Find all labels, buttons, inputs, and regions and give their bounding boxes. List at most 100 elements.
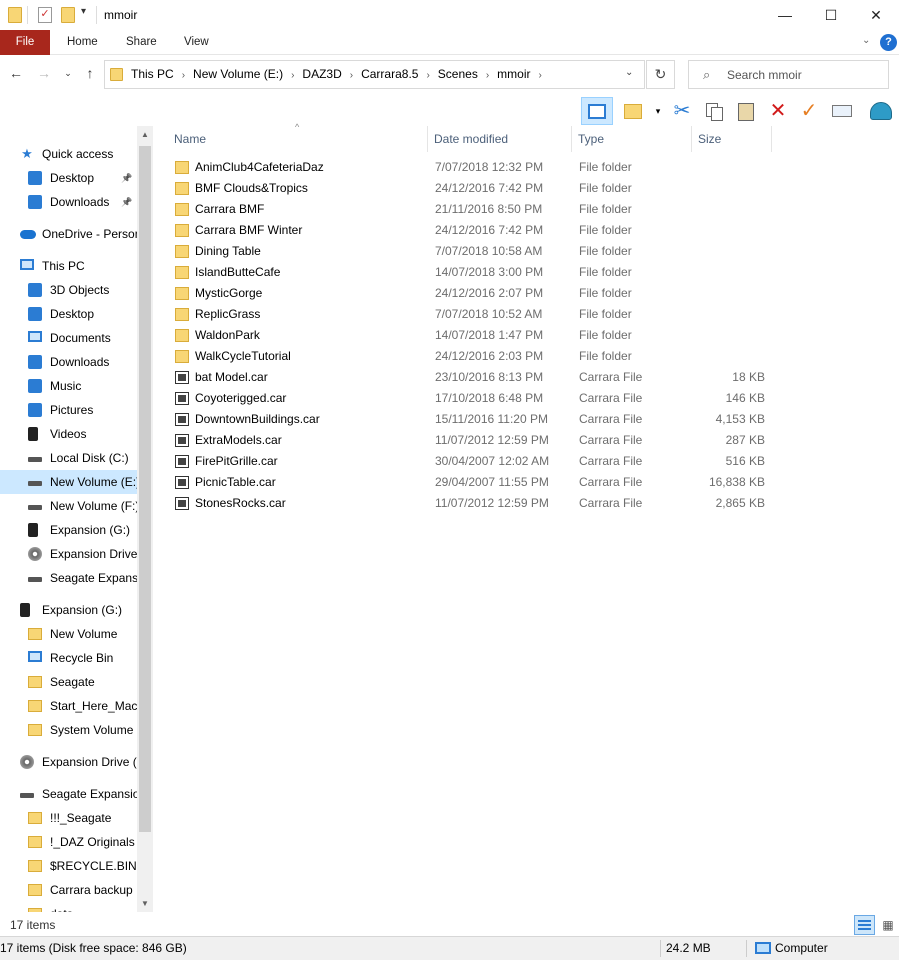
chevron-right-icon[interactable]: › bbox=[182, 62, 185, 89]
nav-item[interactable]: This PC bbox=[0, 254, 137, 278]
column-size[interactable]: Size bbox=[692, 126, 772, 152]
tab-share[interactable]: Share bbox=[126, 30, 157, 55]
chevron-right-icon[interactable]: › bbox=[486, 62, 489, 89]
pin-icon[interactable]: 📌 bbox=[121, 166, 132, 190]
customize-quick-access-icon[interactable]: ▾ bbox=[81, 6, 86, 17]
table-row[interactable]: ExtraModels.car 11/07/2012 12:59 PM Carrar… bbox=[168, 430, 768, 451]
nav-item[interactable]: data bbox=[0, 902, 137, 912]
chevron-right-icon[interactable]: › bbox=[539, 62, 542, 89]
nav-scrollbar[interactable]: ▲ ▼ bbox=[137, 126, 153, 912]
nav-item[interactable]: Expansion Drive bbox=[0, 542, 137, 566]
nav-item[interactable]: Seagate bbox=[0, 670, 137, 694]
new-folder-icon[interactable] bbox=[61, 7, 75, 23]
table-row[interactable]: BMF Clouds&Tropics 24/12/2016 7:42 PM File… bbox=[168, 178, 768, 199]
up-button[interactable]: ↑ bbox=[80, 65, 100, 83]
nav-item[interactable]: OneDrive - Person bbox=[0, 222, 137, 246]
table-row[interactable]: Carrara BMF 21/11/2016 8:50 PM File folder bbox=[168, 199, 768, 220]
chevron-right-icon[interactable]: › bbox=[291, 62, 294, 89]
tab-home[interactable]: Home bbox=[67, 30, 98, 55]
nav-item[interactable]: New Volume (F:) bbox=[0, 494, 137, 518]
table-row[interactable]: DowntownBuildings.car 15/11/2016 11:20 PM… bbox=[168, 409, 768, 430]
nav-item[interactable]: ★ Quick access bbox=[0, 142, 137, 166]
nav-item[interactable]: New Volume bbox=[0, 622, 137, 646]
column-date-modified[interactable]: Date modified bbox=[428, 126, 572, 152]
breadcrumb-item[interactable]: Carrara8.5 bbox=[361, 61, 418, 88]
nav-item[interactable]: Desktop 📌 bbox=[0, 166, 137, 190]
properties-icon[interactable]: ✓ bbox=[38, 7, 52, 23]
nav-item[interactable]: Downloads 📌 bbox=[0, 190, 137, 214]
breadcrumb-item[interactable]: DAZ3D bbox=[302, 61, 341, 88]
minimize-button[interactable]: — bbox=[762, 0, 808, 30]
nav-item[interactable]: Desktop bbox=[0, 302, 137, 326]
nav-item[interactable]: Videos bbox=[0, 422, 137, 446]
table-row[interactable]: Coyoterigged.car 17/10/2018 6:48 PM Carrar… bbox=[168, 388, 768, 409]
paste-icon[interactable] bbox=[734, 97, 758, 125]
table-row[interactable]: WaldonPark 14/07/2018 1:47 PM File folder bbox=[168, 325, 768, 346]
chevron-down-icon[interactable]: ▾ bbox=[652, 97, 664, 125]
nav-item[interactable]: Expansion (G:) bbox=[0, 598, 137, 622]
table-row[interactable]: bat Model.car 23/10/2016 8:13 PM Carrara F… bbox=[168, 367, 768, 388]
pin-icon[interactable]: 📌 bbox=[121, 190, 132, 214]
maximize-button[interactable]: ☐ bbox=[808, 0, 854, 30]
copy-icon[interactable] bbox=[702, 97, 726, 125]
checkmark-icon[interactable]: ✓ bbox=[797, 97, 821, 125]
tab-view[interactable]: View bbox=[184, 30, 209, 55]
scroll-down-icon[interactable]: ▼ bbox=[140, 899, 150, 908]
breadcrumb-item[interactable]: This PC bbox=[131, 61, 174, 88]
shell-icon[interactable] bbox=[866, 97, 896, 125]
scroll-up-icon[interactable]: ▲ bbox=[140, 130, 150, 139]
close-button[interactable]: ✕ bbox=[853, 0, 899, 30]
search-input[interactable] bbox=[727, 62, 882, 87]
details-view-button[interactable] bbox=[854, 915, 875, 935]
refresh-button[interactable]: ↻ bbox=[646, 60, 675, 89]
column-type[interactable]: Type bbox=[572, 126, 692, 152]
nav-item[interactable]: Music bbox=[0, 374, 137, 398]
table-row[interactable]: Carrara BMF Winter 24/12/2016 7:42 PM File… bbox=[168, 220, 768, 241]
nav-item[interactable]: Downloads bbox=[0, 350, 137, 374]
chevron-down-icon[interactable]: ⌄ bbox=[625, 67, 633, 78]
back-button[interactable]: ← bbox=[6, 65, 26, 83]
delete-icon[interactable]: ✕ bbox=[766, 97, 790, 125]
help-button[interactable]: ? bbox=[880, 34, 897, 51]
nav-item[interactable]: Expansion (G:) bbox=[0, 518, 137, 542]
search-box[interactable]: ⌕ bbox=[688, 60, 889, 89]
table-row[interactable]: Dining Table 7/07/2018 10:58 AM File folde… bbox=[168, 241, 768, 262]
nav-item[interactable]: Seagate Expansion bbox=[0, 782, 137, 806]
nav-item[interactable]: !!!_Seagate bbox=[0, 806, 137, 830]
forward-button[interactable]: → bbox=[34, 65, 54, 83]
nav-item[interactable]: System Volume I bbox=[0, 718, 137, 742]
table-row[interactable]: IslandButteCafe 14/07/2018 3:00 PM File fo… bbox=[168, 262, 768, 283]
breadcrumb-item[interactable]: mmoir bbox=[497, 61, 530, 88]
nav-item[interactable]: Expansion Drive (I bbox=[0, 750, 137, 774]
nav-item[interactable]: Seagate Expansio bbox=[0, 566, 137, 590]
nav-item[interactable]: Carrara backup bbox=[0, 878, 137, 902]
nav-item[interactable]: Local Disk (C:) bbox=[0, 446, 137, 470]
recent-locations-button[interactable]: ⌄ bbox=[60, 68, 76, 86]
tab-file[interactable]: File bbox=[0, 30, 50, 55]
nav-item[interactable]: Start_Here_Mac. bbox=[0, 694, 137, 718]
nav-item[interactable]: New Volume (E:) bbox=[0, 470, 137, 494]
expand-ribbon-icon[interactable]: ⌄ bbox=[862, 35, 876, 49]
scrollbar-thumb[interactable] bbox=[139, 146, 151, 832]
chevron-right-icon[interactable]: › bbox=[426, 62, 429, 89]
cut-icon[interactable]: ✂ bbox=[670, 97, 694, 125]
folder-icon[interactable] bbox=[8, 7, 22, 23]
table-row[interactable]: ReplicGrass 7/07/2018 10:52 AM File folder bbox=[168, 304, 768, 325]
large-icons-view-button[interactable]: ▦ bbox=[878, 915, 898, 935]
rename-icon[interactable] bbox=[829, 97, 855, 125]
breadcrumb-item[interactable]: New Volume (E:) bbox=[193, 61, 283, 88]
address-bar[interactable]: This PC › New Volume (E:) › DAZ3D › Carrara8.5… bbox=[104, 60, 645, 89]
nav-item[interactable]: Recycle Bin bbox=[0, 646, 137, 670]
table-row[interactable]: StonesRocks.car 11/07/2012 12:59 PM Carrar… bbox=[168, 493, 768, 514]
nav-item[interactable]: Pictures bbox=[0, 398, 137, 422]
nav-item[interactable]: 3D Objects bbox=[0, 278, 137, 302]
preview-pane-button[interactable] bbox=[581, 97, 613, 125]
nav-item[interactable]: !_DAZ Originals bbox=[0, 830, 137, 854]
new-folder-button[interactable] bbox=[622, 97, 644, 125]
table-row[interactable]: AnimClub4CafeteriaDaz 7/07/2018 12:32 PM F… bbox=[168, 157, 768, 178]
chevron-right-icon[interactable]: › bbox=[350, 62, 353, 89]
table-row[interactable]: FirePitGrille.car 30/04/2007 12:02 AM Carr… bbox=[168, 451, 768, 472]
table-row[interactable]: MysticGorge 24/12/2016 2:07 PM File folder bbox=[168, 283, 768, 304]
table-row[interactable]: PicnicTable.car 29/04/2007 11:55 PM Carrar… bbox=[168, 472, 768, 493]
breadcrumb-item[interactable]: Scenes bbox=[438, 61, 478, 88]
